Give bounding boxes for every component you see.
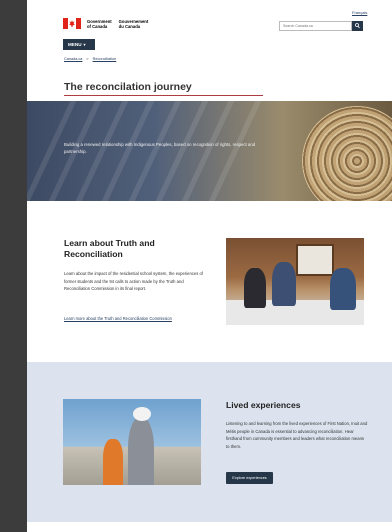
lived-experiences-section: Lived experiences Listening to and learn…: [27, 362, 392, 522]
breadcrumb-reconciliation[interactable]: Reconciliation: [93, 57, 117, 61]
explore-experiences-button[interactable]: Explore experiences: [226, 472, 273, 484]
truth-reconciliation-text: Learn about the impact of the residentia…: [64, 271, 203, 292]
search-button[interactable]: [352, 21, 363, 31]
trc-learn-more-link[interactable]: Learn more about the Truth and Reconcili…: [64, 316, 172, 321]
signature-fr: Gouvernement du Canada: [118, 18, 149, 29]
page-title: The reconcilation journey: [64, 81, 192, 93]
woven-basket-image: [302, 106, 392, 201]
menu-button[interactable]: MENU ▾: [63, 39, 95, 50]
lived-experiences-heading: Lived experiences: [226, 400, 301, 410]
elder-and-child-photo: [63, 399, 201, 485]
site-search: Search Canada.ca: [279, 21, 363, 31]
meeting-photo: [226, 238, 364, 325]
search-icon: [355, 23, 360, 29]
breadcrumb: Canada.ca > Reconciliation: [64, 57, 116, 61]
hero-banner: Building a renewed relationship with Ind…: [27, 101, 392, 201]
language-toggle-link[interactable]: Français: [352, 10, 367, 15]
hero-text: Building a renewed relationship with Ind…: [64, 142, 256, 154]
breadcrumb-canada[interactable]: Canada.ca: [64, 57, 82, 61]
chevron-down-icon: ▾: [83, 42, 86, 47]
truth-reconciliation-heading: Learn about Truth and Reconciliation: [64, 238, 155, 259]
breadcrumb-separator: >: [86, 57, 89, 61]
government-signature[interactable]: Government of Canada Gouvernement du Canad…: [63, 18, 148, 29]
lived-experiences-text: Listening to and learning from the lived…: [226, 421, 368, 449]
page: Français Government of Canada Gouvernemen…: [27, 0, 392, 532]
canada-flag-icon: [63, 18, 81, 29]
title-underline: [64, 95, 263, 96]
signature-en: Government of Canada: [87, 18, 112, 29]
menu-label: MENU: [68, 42, 82, 47]
search-input[interactable]: Search Canada.ca: [279, 21, 352, 31]
